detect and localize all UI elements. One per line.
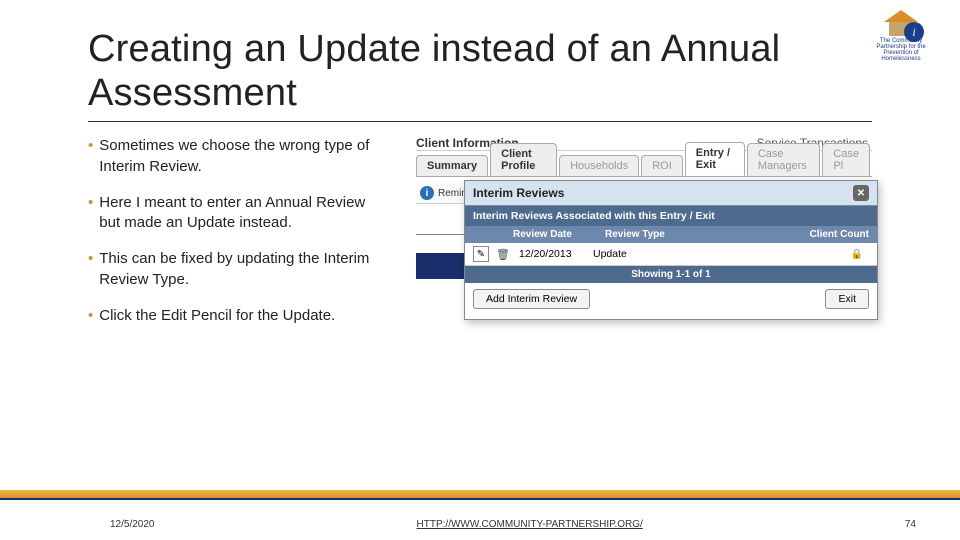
title-block: Creating an Update instead of an Annual … xyxy=(88,28,872,122)
bullet-list: •Sometimes we choose the wrong type of I… xyxy=(88,136,388,416)
bullet-icon: • xyxy=(88,249,93,290)
exit-button[interactable]: Exit xyxy=(825,289,869,309)
footer-link[interactable]: HTTP://WWW.COMMUNITY-PARTNERSHIP.ORG/ xyxy=(155,519,905,530)
modal-column-header: Review Date Review Type Client Count xyxy=(465,226,877,243)
col-review-type: Review Type xyxy=(605,229,779,240)
col-client-count: Client Count xyxy=(779,229,869,240)
bullet-icon: • xyxy=(88,136,93,177)
slide-title: Creating an Update instead of an Annual … xyxy=(88,28,872,115)
tab-case-plans[interactable]: Case Pl xyxy=(822,143,870,176)
footer-accent-line xyxy=(0,498,960,500)
footer-date: 12/5/2020 xyxy=(110,519,155,530)
bullet-text: Click the Edit Pencil for the Update. xyxy=(99,306,335,326)
page-number: 74 xyxy=(905,519,916,530)
info-icon: i xyxy=(420,186,434,200)
col-review-date: Review Date xyxy=(513,229,605,240)
modal-title: Interim Reviews xyxy=(473,186,564,200)
tab-entry-exit[interactable]: Entry / Exit xyxy=(685,142,745,176)
table-row: ✎ 🗑 12/20/2013 Update 🔒 xyxy=(465,243,877,266)
tab-case-managers[interactable]: Case Managers xyxy=(747,143,820,176)
bullet-text: Sometimes we choose the wrong type of In… xyxy=(99,136,388,177)
lock-icon: 🔒 xyxy=(851,249,863,260)
org-logo: i The Community Partnership for the Prev… xyxy=(866,14,936,62)
tab-households[interactable]: Households xyxy=(559,155,639,176)
row-review-date: 12/20/2013 xyxy=(519,248,593,260)
interim-reviews-modal: Interim Reviews ✕ Interim Reviews Associ… xyxy=(464,180,878,320)
logo-caption: The Community Partnership for the Preven… xyxy=(866,38,936,62)
slide: i The Community Partnership for the Prev… xyxy=(0,0,960,540)
bullet-icon: • xyxy=(88,306,93,326)
bullet-text: This can be fixed by updating the Interi… xyxy=(99,249,388,290)
close-icon[interactable]: ✕ xyxy=(853,185,869,201)
tab-strip: Summary Client Profile Households ROI En… xyxy=(416,155,872,177)
screenshot-region: Client Information Service Transactions … xyxy=(416,136,872,416)
footer-row: 12/5/2020 HTTP://WWW.COMMUNITY-PARTNERSH… xyxy=(0,519,960,530)
tab-summary[interactable]: Summary xyxy=(416,155,488,176)
modal-subtitle: Interim Reviews Associated with this Ent… xyxy=(465,206,877,226)
bullet-icon: • xyxy=(88,193,93,234)
add-interim-review-button[interactable]: Add Interim Review xyxy=(473,289,590,309)
footer-accent-bar xyxy=(0,490,960,498)
tab-client-profile[interactable]: Client Profile xyxy=(490,143,557,176)
row-review-type: Update xyxy=(593,248,627,260)
pencil-icon[interactable]: ✎ xyxy=(473,246,489,262)
tab-roi[interactable]: ROI xyxy=(641,155,683,176)
bullet-text: Here I meant to enter an Annual Review b… xyxy=(99,193,388,234)
trash-icon[interactable]: 🗑 xyxy=(495,246,511,262)
pager-text: Showing 1-1 of 1 xyxy=(465,266,877,283)
